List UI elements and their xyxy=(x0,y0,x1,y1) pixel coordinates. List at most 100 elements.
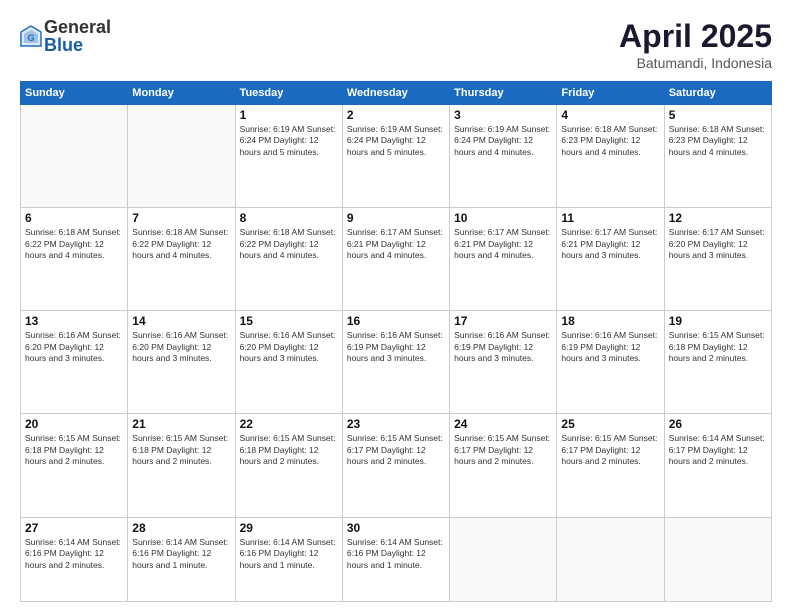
calendar-table: Sunday Monday Tuesday Wednesday Thursday… xyxy=(20,81,772,602)
table-row: 30Sunrise: 6:14 AM Sunset: 6:16 PM Dayli… xyxy=(342,517,449,601)
day-number: 28 xyxy=(132,521,230,535)
day-info: Sunrise: 6:15 AM Sunset: 6:17 PM Dayligh… xyxy=(454,433,552,467)
table-row: 15 Sunrise: 6:16 AM Sunset: 6:20 PM Dayli… xyxy=(235,311,342,414)
title-month: April 2025 xyxy=(619,18,772,55)
header: G General Blue April 2025 Batumandi, Ind… xyxy=(20,18,772,71)
day-info: Sunrise: 6:16 AM Sunset: 6:20 PM Dayligh… xyxy=(132,330,230,364)
table-row: 13Sunrise: 6:16 AM Sunset: 6:20 PM Dayli… xyxy=(21,311,128,414)
table-row: 26Sunrise: 6:14 AM Sunset: 6:17 PM Dayli… xyxy=(664,414,771,517)
table-row: 9 Sunrise: 6:17 AM Sunset: 6:21 PM Daylig… xyxy=(342,208,449,311)
table-row: 23 Sunrise: 6:15 AM Sunset: 6:17 PM Dayli… xyxy=(342,414,449,517)
table-row xyxy=(450,517,557,601)
day-number: 29 xyxy=(240,521,338,535)
logo: G General Blue xyxy=(20,18,111,54)
logo-blue: Blue xyxy=(44,36,111,54)
day-number: 5 xyxy=(669,108,767,122)
table-row: 14 Sunrise: 6:16 AM Sunset: 6:20 PM Dayli… xyxy=(128,311,235,414)
header-saturday: Saturday xyxy=(664,82,771,105)
day-info: Sunrise: 6:15 AM Sunset: 6:17 PM Dayligh… xyxy=(347,433,445,467)
day-number: 17 xyxy=(454,314,552,328)
day-info: Sunrise: 6:14 AM Sunset: 6:16 PM Dayligh… xyxy=(132,537,230,571)
day-number: 12 xyxy=(669,211,767,225)
day-info: Sunrise: 6:17 AM Sunset: 6:21 PM Dayligh… xyxy=(347,227,445,261)
day-info: Sunrise: 6:16 AM Sunset: 6:19 PM Dayligh… xyxy=(561,330,659,364)
day-number: 30 xyxy=(347,521,445,535)
day-number: 6 xyxy=(25,211,123,225)
day-info: Sunrise: 6:15 AM Sunset: 6:18 PM Dayligh… xyxy=(240,433,338,467)
logo-general: General xyxy=(44,18,111,36)
table-row: 11 Sunrise: 6:17 AM Sunset: 6:21 PM Dayli… xyxy=(557,208,664,311)
day-info: Sunrise: 6:15 AM Sunset: 6:18 PM Dayligh… xyxy=(25,433,123,467)
day-info: Sunrise: 6:15 AM Sunset: 6:18 PM Dayligh… xyxy=(132,433,230,467)
table-row: 8Sunrise: 6:18 AM Sunset: 6:22 PM Daylig… xyxy=(235,208,342,311)
day-number: 16 xyxy=(347,314,445,328)
day-number: 13 xyxy=(25,314,123,328)
table-row: 20Sunrise: 6:15 AM Sunset: 6:18 PM Dayli… xyxy=(21,414,128,517)
day-number: 7 xyxy=(132,211,230,225)
table-row: 3 Sunrise: 6:19 AM Sunset: 6:24 PM Daylig… xyxy=(450,105,557,208)
day-info: Sunrise: 6:18 AM Sunset: 6:22 PM Dayligh… xyxy=(240,227,338,261)
header-wednesday: Wednesday xyxy=(342,82,449,105)
table-row xyxy=(557,517,664,601)
table-row: 24 Sunrise: 6:15 AM Sunset: 6:17 PM Dayli… xyxy=(450,414,557,517)
day-number: 3 xyxy=(454,108,552,122)
table-row: 1 Sunrise: 6:19 AM Sunset: 6:24 PM Daylig… xyxy=(235,105,342,208)
table-row: 29Sunrise: 6:14 AM Sunset: 6:16 PM Dayli… xyxy=(235,517,342,601)
header-tuesday: Tuesday xyxy=(235,82,342,105)
table-row: 17 Sunrise: 6:16 AM Sunset: 6:19 PM Dayli… xyxy=(450,311,557,414)
day-number: 24 xyxy=(454,417,552,431)
day-info: Sunrise: 6:17 AM Sunset: 6:21 PM Dayligh… xyxy=(454,227,552,261)
day-number: 11 xyxy=(561,211,659,225)
day-number: 1 xyxy=(240,108,338,122)
table-row: 18 Sunrise: 6:16 AM Sunset: 6:19 PM Dayli… xyxy=(557,311,664,414)
day-number: 9 xyxy=(347,211,445,225)
day-info: Sunrise: 6:16 AM Sunset: 6:20 PM Dayligh… xyxy=(240,330,338,364)
day-number: 15 xyxy=(240,314,338,328)
day-info: Sunrise: 6:16 AM Sunset: 6:19 PM Dayligh… xyxy=(454,330,552,364)
day-number: 2 xyxy=(347,108,445,122)
table-row: 16 Sunrise: 6:16 AM Sunset: 6:19 PM Dayli… xyxy=(342,311,449,414)
day-number: 18 xyxy=(561,314,659,328)
day-info: Sunrise: 6:14 AM Sunset: 6:16 PM Dayligh… xyxy=(25,537,123,571)
day-info: Sunrise: 6:15 AM Sunset: 6:18 PM Dayligh… xyxy=(669,330,767,364)
day-number: 4 xyxy=(561,108,659,122)
day-info: Sunrise: 6:18 AM Sunset: 6:23 PM Dayligh… xyxy=(561,124,659,158)
title-block: April 2025 Batumandi, Indonesia xyxy=(619,18,772,71)
table-row: 19 Sunrise: 6:15 AM Sunset: 6:18 PM Dayli… xyxy=(664,311,771,414)
table-row: 5 Sunrise: 6:18 AM Sunset: 6:23 PM Daylig… xyxy=(664,105,771,208)
day-number: 22 xyxy=(240,417,338,431)
table-row: 21 Sunrise: 6:15 AM Sunset: 6:18 PM Dayli… xyxy=(128,414,235,517)
table-row: 10Sunrise: 6:17 AM Sunset: 6:21 PM Dayli… xyxy=(450,208,557,311)
table-row: 2 Sunrise: 6:19 AM Sunset: 6:24 PM Daylig… xyxy=(342,105,449,208)
day-number: 14 xyxy=(132,314,230,328)
table-row xyxy=(128,105,235,208)
table-row: 4 Sunrise: 6:18 AM Sunset: 6:23 PM Daylig… xyxy=(557,105,664,208)
day-info: Sunrise: 6:18 AM Sunset: 6:22 PM Dayligh… xyxy=(132,227,230,261)
day-info: Sunrise: 6:17 AM Sunset: 6:20 PM Dayligh… xyxy=(669,227,767,261)
day-info: Sunrise: 6:15 AM Sunset: 6:17 PM Dayligh… xyxy=(561,433,659,467)
table-row: 6Sunrise: 6:18 AM Sunset: 6:22 PM Daylig… xyxy=(21,208,128,311)
day-info: Sunrise: 6:16 AM Sunset: 6:19 PM Dayligh… xyxy=(347,330,445,364)
day-number: 23 xyxy=(347,417,445,431)
day-info: Sunrise: 6:19 AM Sunset: 6:24 PM Dayligh… xyxy=(347,124,445,158)
page: G General Blue April 2025 Batumandi, Ind… xyxy=(0,0,792,612)
table-row: 22 Sunrise: 6:15 AM Sunset: 6:18 PM Dayli… xyxy=(235,414,342,517)
table-row: 12 Sunrise: 6:17 AM Sunset: 6:20 PM Dayli… xyxy=(664,208,771,311)
day-info: Sunrise: 6:18 AM Sunset: 6:23 PM Dayligh… xyxy=(669,124,767,158)
weekday-header-row: Sunday Monday Tuesday Wednesday Thursday… xyxy=(21,82,772,105)
table-row xyxy=(21,105,128,208)
header-friday: Friday xyxy=(557,82,664,105)
table-row: 25 Sunrise: 6:15 AM Sunset: 6:17 PM Dayli… xyxy=(557,414,664,517)
day-number: 25 xyxy=(561,417,659,431)
day-number: 21 xyxy=(132,417,230,431)
logo-text: General Blue xyxy=(44,18,111,54)
day-info: Sunrise: 6:19 AM Sunset: 6:24 PM Dayligh… xyxy=(240,124,338,158)
table-row xyxy=(664,517,771,601)
day-info: Sunrise: 6:19 AM Sunset: 6:24 PM Dayligh… xyxy=(454,124,552,158)
day-info: Sunrise: 6:17 AM Sunset: 6:21 PM Dayligh… xyxy=(561,227,659,261)
table-row: 7 Sunrise: 6:18 AM Sunset: 6:22 PM Daylig… xyxy=(128,208,235,311)
day-number: 19 xyxy=(669,314,767,328)
day-number: 27 xyxy=(25,521,123,535)
header-sunday: Sunday xyxy=(21,82,128,105)
header-monday: Monday xyxy=(128,82,235,105)
